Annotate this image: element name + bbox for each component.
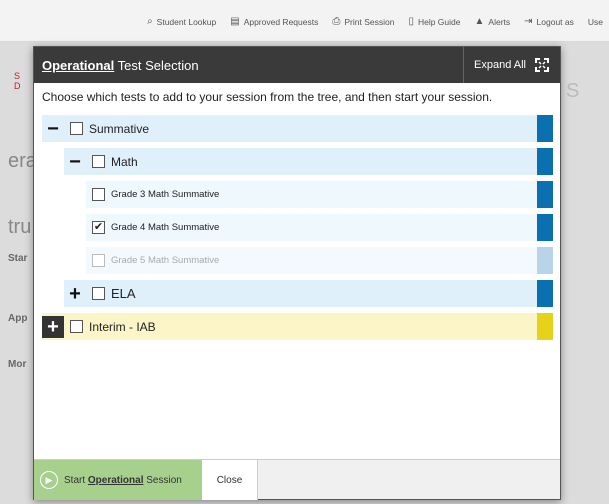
tree-label-grade4: Grade 4 Math Summative [111, 222, 220, 233]
row-color-bar [537, 247, 553, 274]
background-text-fragment: Star [8, 253, 28, 264]
row-color-bar [537, 148, 553, 175]
tree-label-interim: Interim - IAB [89, 319, 156, 334]
checkbox-grade4[interactable]: ✔ [92, 221, 105, 234]
checkbox-interim[interactable] [70, 320, 83, 333]
tree-row-grade4: ✔ Grade 4 Math Summative [86, 214, 553, 241]
test-tree: − Summative − Math Grade 3 Math Summativ… [42, 115, 553, 346]
test-selection-dialog: Operational Test Selection Expand All Ch… [33, 46, 561, 500]
top-navigation-bar: ⌕ Student Lookup ▤ Approved Requests ⎙ Prin… [0, 0, 609, 42]
nav-help-guide[interactable]: ▯ Help Guide [408, 16, 460, 27]
dialog-title: Operational Test Selection [42, 57, 199, 73]
background-logo: SD [14, 71, 21, 91]
dialog-header: Operational Test Selection Expand All [34, 47, 560, 83]
tree-label-grade5: Grade 5 Math Summative [111, 255, 220, 266]
nav-approved-requests[interactable]: ▤ Approved Requests [230, 16, 318, 27]
row-color-bar [537, 313, 553, 340]
row-color-bar [537, 181, 553, 208]
checkbox-summative[interactable] [70, 122, 83, 135]
nav-logout[interactable]: ⇥ Logout as [524, 16, 574, 27]
dialog-instructions: Choose which tests to add to your sessio… [42, 90, 493, 104]
tree-row-interim: + Interim - IAB [42, 313, 553, 340]
tree-label-grade3: Grade 3 Math Summative [111, 189, 220, 200]
checkbox-math[interactable] [92, 155, 105, 168]
nav-print-session[interactable]: ⎙ Print Session [332, 16, 394, 27]
nav-student-lookup[interactable]: ⌕ Student Lookup [147, 16, 216, 27]
logout-icon: ⇥ [524, 16, 533, 27]
expand-toggle-ela[interactable]: + [64, 283, 86, 305]
background-heading-fragment: S [566, 80, 580, 102]
checkbox-ela[interactable] [92, 287, 105, 300]
nav-user: Use [587, 16, 603, 27]
expand-icon [535, 58, 549, 72]
nav-alerts[interactable]: ▲ Alerts [475, 16, 511, 27]
printer-icon: ⎙ [332, 16, 341, 27]
tree-row-grade5: Grade 5 Math Summative [86, 247, 553, 274]
start-operational-session-button[interactable]: ▶ Start Operational Session [34, 460, 202, 500]
close-button[interactable]: Close [202, 460, 258, 500]
checkbox-grade5 [92, 254, 105, 267]
row-color-bar [537, 214, 553, 241]
checkbox-grade3[interactable] [92, 188, 105, 201]
collapse-toggle-summative[interactable]: − [42, 118, 64, 140]
tree-row-summative: − Summative [42, 115, 553, 142]
book-icon: ▯ [408, 16, 414, 27]
play-icon: ▶ [40, 471, 58, 489]
document-icon: ▤ [230, 16, 240, 27]
alert-icon: ▲ [474, 16, 485, 27]
tree-row-grade3: Grade 3 Math Summative [86, 181, 553, 208]
top-nav-links: ⌕ Student Lookup ▤ Approved Requests ⎙ Prin… [147, 16, 603, 27]
background-text-fragment: App [8, 313, 28, 324]
background-text-fragment: Mor [8, 359, 27, 370]
row-color-bar [537, 280, 553, 307]
search-icon: ⌕ [147, 16, 153, 27]
background-heading-fragment: tru [8, 216, 32, 238]
collapse-toggle-math[interactable]: − [64, 151, 86, 173]
start-button-label: Start Operational Session [64, 474, 182, 486]
tree-row-math: − Math [64, 148, 553, 175]
tree-label-summative: Summative [89, 121, 150, 136]
tree-row-ela: + ELA [64, 280, 553, 307]
tree-label-math: Math [111, 154, 138, 169]
expand-toggle-interim[interactable]: + [42, 315, 64, 338]
expand-all-button[interactable]: Expand All [463, 47, 560, 83]
row-color-bar [537, 115, 553, 142]
tree-label-ela: ELA [111, 286, 136, 301]
dialog-footer: ▶ Start Operational Session Close [34, 459, 560, 500]
